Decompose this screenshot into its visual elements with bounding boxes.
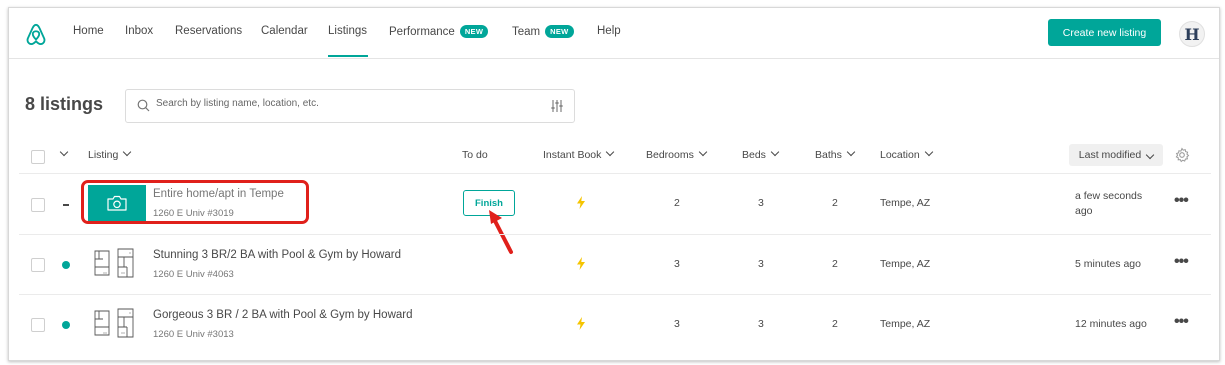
- listing-title[interactable]: Gorgeous 3 BR / 2 BA with Pool & Gym by …: [153, 309, 413, 321]
- chevron-down-icon: [846, 147, 856, 157]
- nav-team-label: Team: [512, 26, 541, 38]
- beds-value: 3: [758, 197, 764, 209]
- filter-icon[interactable]: [550, 99, 564, 113]
- listing-address: 1260 E Univ #4063: [153, 269, 234, 280]
- column-instant-book[interactable]: Instant Book: [543, 147, 615, 161]
- nav-performance-label: Performance: [389, 26, 455, 38]
- location-value: Tempe, AZ: [880, 197, 931, 209]
- table-row[interactable]: Stunning 3 BR/2 BA with Pool & Gym by Ho…: [9, 235, 1219, 293]
- nav-calendar[interactable]: Calendar: [261, 25, 308, 37]
- column-location-label: Location: [880, 149, 920, 161]
- column-listing-label: Listing: [88, 149, 119, 161]
- location-value: Tempe, AZ: [880, 318, 931, 330]
- modified-value-line2: ago: [1075, 205, 1093, 217]
- listing-title[interactable]: Stunning 3 BR/2 BA with Pool & Gym by Ho…: [153, 249, 401, 261]
- listing-count: 8 listings: [25, 94, 104, 114]
- nav-listings[interactable]: Listings: [328, 25, 367, 37]
- search-input[interactable]: [156, 98, 536, 109]
- gear-icon[interactable]: [1174, 147, 1190, 163]
- nav-home[interactable]: Home: [73, 25, 104, 37]
- beds-value: 3: [758, 318, 764, 330]
- column-listing[interactable]: Listing: [88, 147, 132, 161]
- lightning-icon: [577, 257, 585, 270]
- column-baths-label: Baths: [815, 149, 842, 161]
- baths-value: 2: [832, 318, 838, 330]
- nav-performance[interactable]: Performance NEW: [389, 25, 489, 38]
- nav-help[interactable]: Help: [597, 25, 621, 37]
- bedrooms-value: 3: [674, 258, 680, 270]
- chevron-down-icon: [924, 147, 933, 157]
- search-box[interactable]: [125, 89, 575, 123]
- modified-value: a few seconds: [1075, 190, 1143, 202]
- nav-active-indicator: [328, 55, 368, 57]
- column-bedrooms[interactable]: Bedrooms: [646, 147, 708, 161]
- column-location[interactable]: Location: [880, 147, 933, 161]
- column-todo: To do: [462, 149, 488, 161]
- app-window: Home Inbox Reservations Calendar Listing…: [8, 7, 1220, 361]
- floorplan-icon[interactable]: [91, 245, 137, 281]
- chevron-down-icon: [1145, 150, 1155, 160]
- sort-last-modified-button[interactable]: Last modified: [1069, 144, 1163, 166]
- new-badge: NEW: [459, 25, 489, 38]
- bedrooms-value: 2: [674, 197, 680, 209]
- beds-value: 3: [758, 258, 764, 270]
- more-icon[interactable]: •••: [1174, 313, 1189, 331]
- table-row[interactable]: Gorgeous 3 BR / 2 BA with Pool & Gym by …: [9, 295, 1219, 353]
- create-new-listing-button[interactable]: Create new listing: [1048, 19, 1161, 46]
- baths-value: 2: [832, 197, 838, 209]
- nav-team[interactable]: Team NEW: [512, 25, 574, 38]
- column-beds[interactable]: Beds: [742, 147, 780, 161]
- last-modified-label: Last modified: [1078, 149, 1142, 161]
- lightning-icon: [577, 317, 585, 330]
- modified-value: 5 minutes ago: [1075, 258, 1141, 270]
- column-baths[interactable]: Baths: [815, 147, 856, 161]
- row-checkbox[interactable]: [31, 318, 45, 332]
- airbnb-logo-icon[interactable]: [25, 22, 47, 46]
- row-checkbox[interactable]: [31, 198, 45, 212]
- column-beds-label: Beds: [742, 149, 766, 161]
- bedrooms-value: 3: [674, 318, 680, 330]
- chevron-down-icon: [606, 147, 615, 157]
- lightning-icon: [577, 196, 585, 209]
- new-badge: NEW: [545, 25, 574, 38]
- more-icon[interactable]: •••: [1174, 192, 1189, 210]
- modified-value: 12 minutes ago: [1075, 318, 1147, 330]
- chevron-down-icon: [770, 147, 780, 157]
- nav-inbox[interactable]: Inbox: [125, 25, 153, 37]
- row-checkbox[interactable]: [31, 258, 45, 272]
- nav-reservations[interactable]: Reservations: [175, 25, 242, 37]
- column-bedrooms-label: Bedrooms: [646, 149, 694, 161]
- status-incomplete-icon: [63, 204, 69, 206]
- annotation-highlight-box: [81, 180, 309, 224]
- avatar[interactable]: H: [1179, 21, 1205, 47]
- status-listed-dot: [62, 321, 70, 329]
- more-icon[interactable]: •••: [1174, 253, 1189, 271]
- location-value: Tempe, AZ: [880, 258, 931, 270]
- chevron-down-icon: [59, 147, 69, 157]
- listing-address: 1260 E Univ #3013: [153, 329, 234, 340]
- baths-value: 2: [832, 258, 838, 270]
- column-instant-book-label: Instant Book: [543, 149, 602, 161]
- top-nav: Home Inbox Reservations Calendar Listing…: [9, 8, 1219, 59]
- search-icon: [137, 99, 150, 112]
- floorplan-icon[interactable]: [91, 305, 137, 341]
- select-all-checkbox[interactable]: [31, 150, 45, 164]
- chevron-down-icon: [698, 147, 708, 157]
- status-listed-dot: [62, 261, 70, 269]
- chevron-down-icon: [123, 147, 132, 157]
- select-menu-chevron[interactable]: [59, 147, 69, 161]
